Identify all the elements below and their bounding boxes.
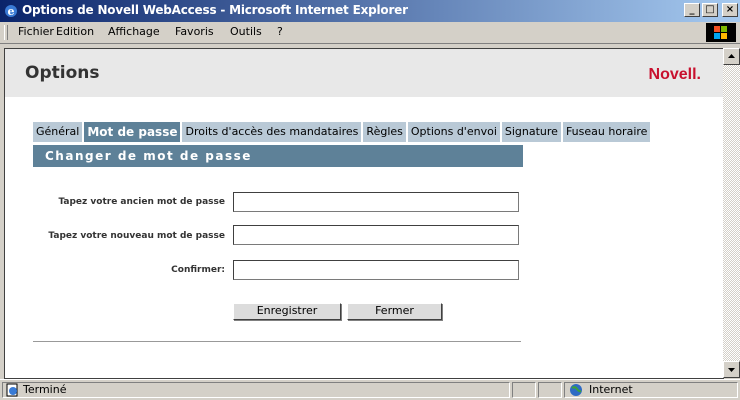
- tab-rules[interactable]: Règles: [363, 122, 406, 142]
- menu-help[interactable]: ?: [277, 25, 283, 38]
- tab-send-options[interactable]: Options d'envoi: [407, 122, 500, 142]
- tab-timezone[interactable]: Fuseau horaire: [562, 122, 651, 142]
- menu-outils[interactable]: Outils: [230, 25, 262, 38]
- status-main: Terminé: [2, 382, 510, 398]
- novell-logo: Novell.: [648, 66, 701, 83]
- status-zone-text: Internet: [589, 383, 633, 396]
- options-tabs: Général Mot de passe Droits d'accès des …: [33, 122, 652, 142]
- windows-logo-icon: [706, 23, 736, 42]
- menu-bar: Fichier Edition Affichage Favoris Outils…: [0, 22, 740, 44]
- window-title: Options de Novell WebAccess - Microsoft …: [22, 3, 408, 17]
- menu-favoris[interactable]: Favoris: [175, 25, 214, 38]
- internet-explorer-icon: e: [5, 5, 17, 18]
- status-cell-3: [538, 382, 562, 398]
- status-bar: Terminé Internet: [0, 379, 740, 400]
- old-password-label: Tapez votre ancien mot de passe: [58, 197, 225, 207]
- menu-edition[interactable]: Edition: [56, 25, 94, 38]
- tab-password[interactable]: Mot de passe: [84, 122, 181, 142]
- status-cell-2: [512, 382, 536, 398]
- tab-proxy-rights[interactable]: Droits d'accès des mandataires: [182, 122, 362, 142]
- tab-signature[interactable]: Signature: [501, 122, 561, 142]
- scroll-up-button[interactable]: [723, 48, 740, 65]
- maximize-button[interactable]: □: [702, 3, 718, 17]
- new-password-label: Tapez votre nouveau mot de passe: [48, 231, 225, 241]
- scroll-track[interactable]: [723, 65, 740, 361]
- status-zone: Internet: [564, 382, 738, 398]
- close-button[interactable]: ×: [722, 3, 738, 17]
- old-password-input[interactable]: [233, 192, 519, 212]
- arrow-up-icon: [728, 54, 735, 58]
- tab-general[interactable]: Général: [33, 122, 83, 142]
- page-content: Options Novell. Général Mot de passe Dro…: [4, 48, 724, 379]
- divider: [33, 341, 521, 342]
- section-header: Changer de mot de passe: [33, 145, 523, 167]
- page-title: Options: [25, 63, 100, 83]
- menu-fichier[interactable]: Fichier: [18, 25, 54, 38]
- window-title-bar[interactable]: e Options de Novell WebAccess - Microsof…: [0, 0, 740, 22]
- menu-grip: [4, 25, 8, 40]
- section-title: Changer de mot de passe: [45, 149, 252, 163]
- status-text: Terminé: [23, 383, 67, 396]
- page-header: Options Novell.: [5, 49, 723, 97]
- save-button[interactable]: Enregistrer: [233, 303, 341, 320]
- menu-affichage[interactable]: Affichage: [108, 25, 160, 38]
- minimize-button[interactable]: _: [684, 3, 700, 17]
- vertical-scrollbar[interactable]: [723, 48, 740, 378]
- close-form-button[interactable]: Fermer: [347, 303, 442, 320]
- page-done-icon: [6, 383, 18, 397]
- svg-text:e: e: [8, 5, 15, 18]
- arrow-down-icon: [728, 368, 735, 372]
- confirm-password-input[interactable]: [233, 260, 519, 280]
- confirm-password-label: Confirmer:: [171, 265, 225, 275]
- globe-icon: [570, 384, 582, 396]
- new-password-input[interactable]: [233, 225, 519, 245]
- scroll-down-button[interactable]: [723, 361, 740, 378]
